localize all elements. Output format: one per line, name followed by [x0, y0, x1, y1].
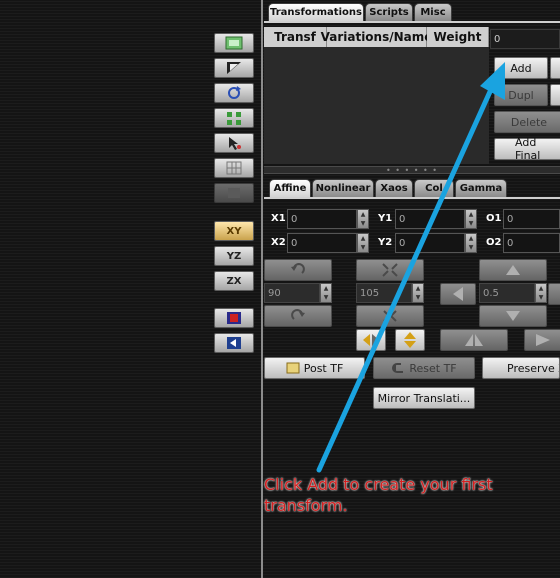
annotation-text: Click Add to create your first transform…: [264, 475, 493, 515]
